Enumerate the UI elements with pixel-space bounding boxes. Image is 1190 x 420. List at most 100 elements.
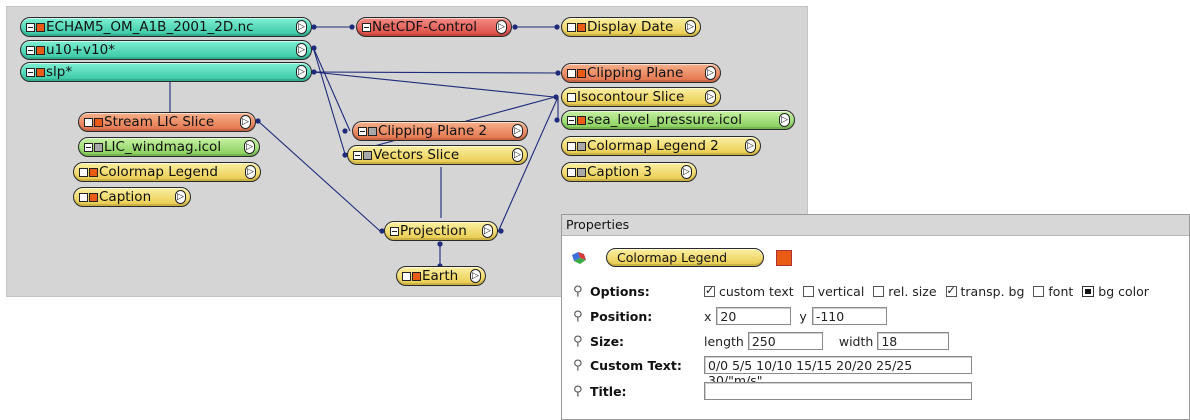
object-name-pill[interactable]: Colormap Legend <box>606 248 764 267</box>
pin-icon[interactable]: ⚲ <box>573 309 583 324</box>
node-netcdf-control[interactable]: NetCDF-Control ▷ <box>356 17 512 37</box>
node-slp[interactable]: slp* ▷ <box>20 62 312 82</box>
node-isocontour-slice[interactable]: Isocontour Slice ▷ <box>561 87 721 107</box>
output-arrow-icon[interactable]: ▷ <box>245 165 256 179</box>
node-projection[interactable]: Projection ▷ <box>384 221 498 241</box>
visibility-toggle-icon[interactable] <box>363 150 372 160</box>
visibility-toggle-icon[interactable] <box>36 67 45 77</box>
output-arrow-icon[interactable]: ▷ <box>681 165 692 179</box>
transp-bg-checkbox[interactable] <box>945 284 957 297</box>
output-arrow-icon[interactable]: ▷ <box>705 90 716 104</box>
node-label: u10+v10* <box>46 42 115 58</box>
collapse-icon[interactable] <box>79 192 88 202</box>
collapse-icon[interactable] <box>26 45 35 55</box>
collapse-icon[interactable] <box>567 167 576 177</box>
title-row: ⚲ Title: <box>562 380 1189 402</box>
visibility-toggle-icon[interactable] <box>368 126 377 136</box>
collapse-icon[interactable] <box>79 167 88 177</box>
node-label: Projection <box>400 223 467 239</box>
node-colormap-legend-2[interactable]: Colormap Legend 2 ▷ <box>561 136 761 156</box>
collapse-icon[interactable] <box>26 22 35 32</box>
visibility-toggle-icon[interactable] <box>577 68 586 78</box>
visibility-toggle-icon[interactable] <box>412 271 421 281</box>
node-caption-3[interactable]: Caption 3 ▷ <box>561 162 697 182</box>
vertical-checkbox[interactable] <box>802 285 814 297</box>
visibility-toggle-icon[interactable] <box>94 142 103 152</box>
output-arrow-icon[interactable]: ▷ <box>779 113 790 127</box>
collapse-icon[interactable] <box>402 271 411 281</box>
bg-color-button[interactable] <box>1082 285 1095 297</box>
custom-text-checkbox[interactable] <box>704 284 715 297</box>
node-earth[interactable]: Earth ▷ <box>396 266 486 286</box>
pin-icon[interactable]: ⚲ <box>573 284 583 299</box>
node-clipping-plane[interactable]: Clipping Plane ▷ <box>561 63 721 83</box>
output-arrow-icon[interactable]: ▷ <box>296 43 307 57</box>
node-colormap-legend[interactable]: Colormap Legend ▷ <box>73 162 261 182</box>
collapse-icon[interactable] <box>567 22 576 32</box>
node-vectors-slice[interactable]: Vectors Slice ▷ <box>347 145 528 165</box>
properties-title: Properties <box>562 215 1189 236</box>
collapse-icon[interactable] <box>26 67 35 77</box>
rel-size-checkbox[interactable] <box>873 285 885 297</box>
collapse-icon[interactable] <box>567 115 576 125</box>
output-arrow-icon[interactable]: ▷ <box>296 65 307 79</box>
node-lic-windmag[interactable]: LIC_windmag.icol ▷ <box>78 137 260 157</box>
vertical-checkbox-label: vertical <box>817 283 865 299</box>
output-arrow-icon[interactable]: ▷ <box>512 148 523 162</box>
position-x-input[interactable]: 20 <box>716 307 792 325</box>
visibility-toggle-icon[interactable] <box>577 167 586 177</box>
output-arrow-icon[interactable]: ▷ <box>482 224 493 238</box>
options-label: Options: <box>590 283 650 299</box>
font-checkbox[interactable] <box>1033 285 1045 297</box>
output-arrow-icon[interactable]: ▷ <box>296 20 307 34</box>
position-row: ⚲ Position: x 20 y -110 <box>562 305 1189 327</box>
output-arrow-icon[interactable]: ▷ <box>512 124 523 138</box>
length-label: length <box>704 333 744 349</box>
node-label: sea_level_pressure.icol <box>587 112 742 128</box>
output-arrow-icon[interactable]: ▷ <box>240 115 251 129</box>
visibility-toggle-icon[interactable] <box>89 167 98 177</box>
output-arrow-icon[interactable]: ▷ <box>470 269 481 283</box>
node-label: Earth <box>422 268 459 284</box>
output-arrow-icon[interactable]: ▷ <box>705 66 716 80</box>
output-arrow-icon[interactable]: ▷ <box>745 139 756 153</box>
collapse-icon[interactable] <box>567 68 576 78</box>
node-clipping-plane-2[interactable]: Clipping Plane 2 ▷ <box>352 121 528 141</box>
visibility-toggle-icon[interactable] <box>577 115 586 125</box>
visibility-toggle-icon[interactable] <box>36 22 45 32</box>
output-arrow-icon[interactable]: ▷ <box>685 20 696 34</box>
pin-icon[interactable]: ⚲ <box>573 384 583 399</box>
collapse-icon[interactable] <box>84 117 93 127</box>
collapse-icon[interactable] <box>358 126 367 136</box>
title-input[interactable] <box>704 382 972 400</box>
size-width-input[interactable]: 18 <box>877 332 950 350</box>
node-display-date[interactable]: Display Date ▷ <box>561 17 701 37</box>
node-stream-lic-slice[interactable]: Stream LIC Slice ▷ <box>78 112 256 132</box>
size-length-input[interactable]: 250 <box>747 332 823 350</box>
node-label: slp* <box>46 64 73 80</box>
visibility-toggle-icon[interactable] <box>577 22 586 32</box>
pin-icon[interactable]: ⚲ <box>573 358 583 373</box>
visibility-toggle-icon[interactable] <box>577 141 586 151</box>
collapse-icon[interactable] <box>567 141 576 151</box>
position-y-input[interactable]: -110 <box>811 307 887 325</box>
output-arrow-icon[interactable]: ▷ <box>244 140 255 154</box>
object-color-swatch[interactable] <box>776 250 792 266</box>
collapse-icon[interactable] <box>353 150 362 160</box>
collapse-icon[interactable] <box>567 92 576 102</box>
node-label: Display Date <box>587 19 674 35</box>
visibility-toggle-icon[interactable] <box>94 117 103 127</box>
custom-text-input[interactable]: 0/0 5/5 10/10 15/15 20/20 25/25 30/"m/s" <box>704 356 972 388</box>
output-arrow-icon[interactable]: ▷ <box>496 20 507 34</box>
collapse-icon[interactable] <box>390 226 399 236</box>
node-caption[interactable]: Caption ▷ <box>73 187 191 207</box>
visibility-toggle-icon[interactable] <box>89 192 98 202</box>
output-arrow-icon[interactable]: ▷ <box>175 190 186 204</box>
node-sea-level-pressure[interactable]: sea_level_pressure.icol ▷ <box>561 110 795 130</box>
pin-icon[interactable]: ⚲ <box>573 334 583 349</box>
node-u10-v10[interactable]: u10+v10* ▷ <box>20 40 312 60</box>
node-echam-dataset[interactable]: ECHAM5_OM_A1B_2001_2D.nc ▷ <box>20 17 312 37</box>
collapse-icon[interactable] <box>84 142 93 152</box>
visibility-toggle-icon[interactable] <box>36 45 45 55</box>
collapse-icon[interactable] <box>362 22 371 32</box>
